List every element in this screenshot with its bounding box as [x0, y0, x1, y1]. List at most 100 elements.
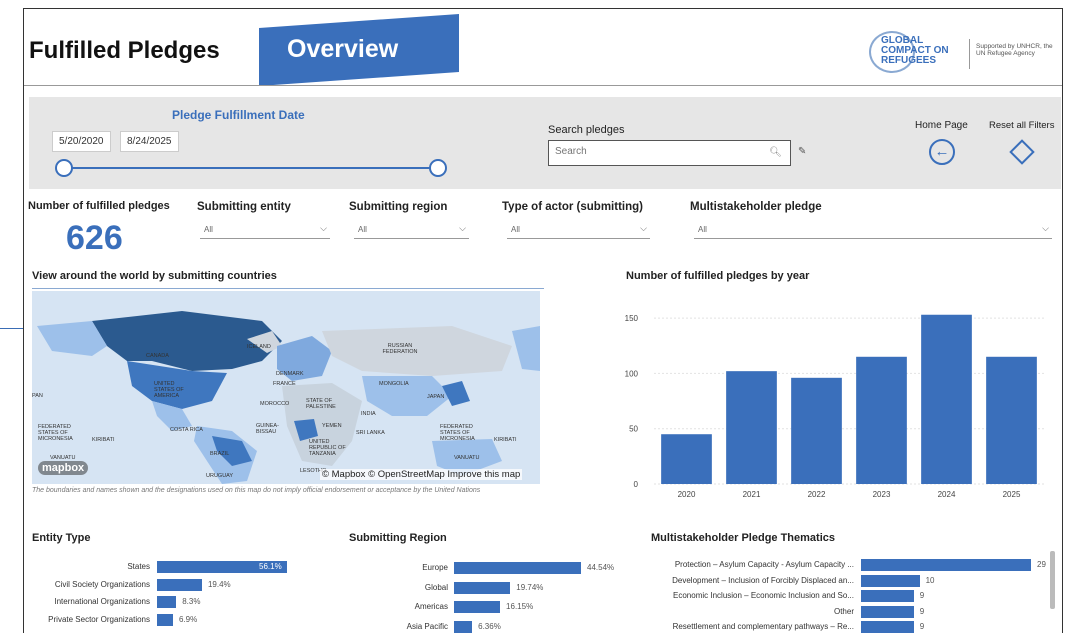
map-label-palestine: STATE OF PALESTINE [306, 398, 336, 410]
mapbox-logo[interactable]: mapbox [38, 461, 89, 475]
bar-category-label: Private Sector Organizations [48, 614, 150, 624]
bar[interactable] [861, 574, 920, 587]
bar[interactable] [454, 581, 511, 594]
entity-type-title: Entity Type [32, 532, 91, 544]
chevron-down-icon: ⌵ [1042, 223, 1049, 233]
slicer-value: All [358, 225, 367, 234]
bar-category-label: Asia Pacific [406, 621, 448, 631]
chevron-down-icon: ⌵ [459, 223, 466, 233]
map-label-brazil: BRAZIL [210, 451, 230, 457]
date-slider-end-handle[interactable] [429, 159, 447, 177]
map-label-uruguay: URUGUAY [206, 473, 234, 479]
slicer-submitting-entity[interactable]: All ⌵ [200, 221, 330, 239]
map-label-iceland: ICELAND [247, 344, 271, 350]
page-title: Fulfilled Pledges [29, 37, 220, 64]
bar-category-label: Protection – Asylum Capacity - Asylum Ca… [674, 560, 854, 569]
year-bar[interactable] [856, 356, 907, 484]
x-tick-label: 2024 [938, 490, 956, 499]
slicer-label-submitting-entity: Submitting entity [197, 201, 291, 213]
gcr-logo: GLOBAL COMPACT ON REFUGEES [869, 31, 953, 73]
year-bar[interactable] [726, 371, 777, 484]
x-tick-label: 2025 [1003, 490, 1021, 499]
year-bar[interactable] [661, 434, 712, 484]
kpi-label: Number of fulfilled pledges [28, 200, 170, 212]
bar[interactable] [861, 590, 914, 602]
date-filter-label: Pledge Fulfillment Date [172, 108, 305, 122]
date-start-input[interactable]: 5/20/2020 [52, 131, 111, 152]
bar[interactable] [454, 620, 473, 633]
bar-value-label: 6.36% [478, 621, 501, 631]
year-bar[interactable] [791, 377, 842, 484]
slicer-multistakeholder[interactable]: All ⌵ [694, 221, 1052, 239]
bar-category-label: Economic Inclusion – Economic Inclusion … [673, 591, 854, 600]
map-label-micronesia-west: FEDERATED STATES OF MICRONESIA [38, 424, 73, 442]
thematics-title: Multistakeholder Pledge Thematics [651, 532, 835, 544]
bar-value-label: 9 [919, 591, 925, 600]
logo-text: GLOBAL COMPACT ON REFUGEES [881, 35, 949, 66]
eraser-icon[interactable]: ✎ [798, 146, 806, 157]
map-label-france: FRANCE [273, 381, 296, 387]
map-label-tanzania: UNITED REPUBLIC OF TANZANIA [309, 439, 346, 457]
year-bar-chart: 0 50 100 150 2020 2021 2022 2023 2024 2025 [625, 314, 1044, 499]
slicer-value: All [204, 225, 213, 234]
map-label-japan: JAPAN [427, 394, 445, 400]
map-label-yemen: YEMEN [322, 423, 342, 429]
map-label-costa-rica: COSTA RICA [170, 427, 203, 433]
bar[interactable] [454, 562, 581, 574]
header-divider [24, 85, 1062, 86]
bar[interactable] [157, 578, 202, 591]
slicer-label-type-of-actor: Type of actor (submitting) [502, 201, 643, 213]
search-icon[interactable]: 🔍︎ [769, 147, 782, 158]
slicer-value: All [698, 225, 707, 234]
bar-value-label: 44.54% [587, 563, 615, 572]
search-box[interactable]: 🔍︎ [548, 140, 791, 166]
bar[interactable] [861, 605, 914, 618]
map-label-india: INDIA [361, 411, 376, 417]
date-slider-start-handle[interactable] [55, 159, 73, 177]
bar-value-label: 6.9% [178, 614, 198, 624]
map-credit[interactable]: © Mapbox © OpenStreetMap Improve this ma… [320, 469, 523, 480]
date-slider-track[interactable] [64, 167, 439, 169]
thematics-scrollbar[interactable] [1050, 551, 1055, 609]
slicer-value: All [511, 225, 520, 234]
home-page-label: Home Page [915, 120, 968, 131]
year-bar[interactable] [986, 356, 1037, 484]
bar-value-label: 56.1% [259, 562, 282, 571]
date-end-input[interactable]: 8/24/2025 [120, 131, 179, 152]
bar[interactable] [157, 613, 173, 626]
slicer-submitting-region[interactable]: All ⌵ [354, 221, 469, 239]
map-label-kiribati-east: KIRIBATI [494, 437, 517, 443]
slicer-label-submitting-region: Submitting region [349, 201, 448, 213]
bar[interactable] [861, 559, 1031, 571]
chevron-down-icon: ⌵ [640, 223, 647, 233]
x-tick-label: 2021 [743, 490, 761, 499]
bar-category-label: Civil Society Organizations [54, 579, 150, 589]
map-label-vanuatu-east: VANUATU [454, 455, 480, 461]
back-arrow-icon[interactable]: ← [929, 139, 955, 165]
map-label-pan: PAN [32, 393, 43, 399]
map-disclaimer: The boundaries and names shown and the d… [32, 487, 481, 494]
bar[interactable] [454, 601, 501, 613]
bar-category-label: Other [833, 606, 854, 616]
bar-value-label: 9 [919, 622, 925, 631]
bar-category-label: Europe [422, 563, 448, 572]
banner-text: Overview [287, 35, 399, 63]
map-label-micronesia-east: FEDERATED STATES OF MICRONESIA [440, 424, 475, 442]
map-label-sri-lanka: SRI LANKA [356, 430, 385, 436]
bar-value-label: 16.15% [506, 602, 534, 611]
bar[interactable] [861, 621, 914, 633]
map-label-kiribati-west: KIRIBATI [92, 437, 115, 443]
chevron-down-icon: ⌵ [320, 223, 327, 233]
year-bar[interactable] [921, 314, 972, 484]
bar-category-label: International Organizations [54, 597, 150, 606]
map-label-morocco: MOROCCO [260, 401, 290, 407]
y-tick-label: 150 [625, 314, 639, 323]
bar[interactable] [157, 596, 177, 608]
search-input[interactable] [555, 146, 755, 157]
bar-category-label: Resettlement and complementary pathways … [672, 622, 854, 631]
map-label-canada: CANADA [146, 353, 169, 359]
slicer-type-of-actor[interactable]: All ⌵ [507, 221, 650, 239]
map-label-mongolia: MONGOLIA [379, 381, 409, 387]
bar-value-label: 9 [919, 606, 925, 616]
x-tick-label: 2022 [808, 490, 826, 499]
